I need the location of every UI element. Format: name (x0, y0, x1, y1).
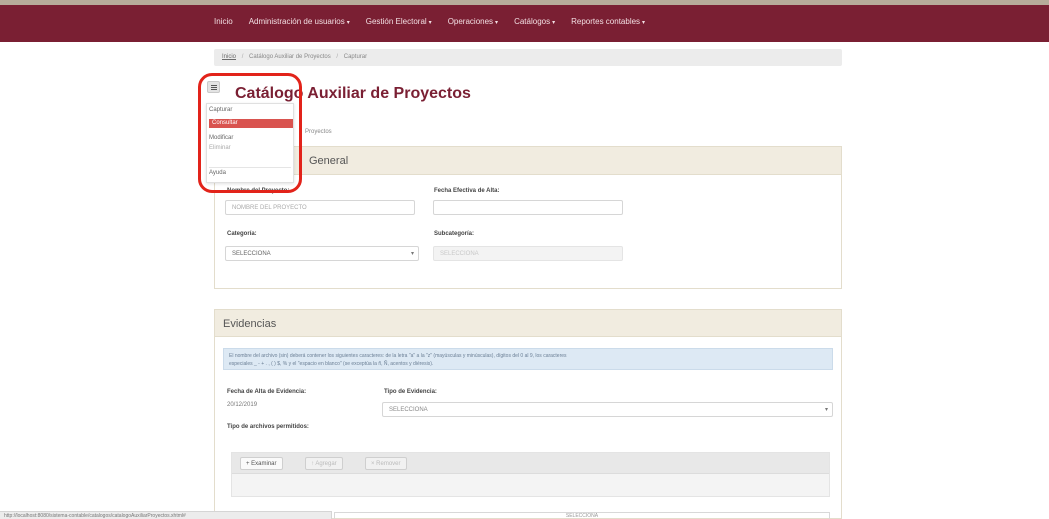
subcategoria-value: SELECCIONA (440, 251, 479, 257)
main-navbar: Inicio Administración de usuarios ▾ Gestión… (0, 5, 1049, 42)
chevron-down-icon: ▾ (824, 407, 828, 413)
breadcrumb-home-link[interactable]: Inicio (222, 54, 236, 60)
info-line: El nombre del archivo (sin) deberá conte… (229, 353, 567, 359)
nav-item-label: Inicio (214, 17, 233, 26)
menu-item-capturar[interactable]: Capturar (209, 107, 232, 113)
page-subtext: Proyectos (305, 129, 332, 135)
menu-item-eliminar[interactable]: Eliminar (209, 145, 231, 151)
nav-item-1[interactable]: Administración de usuarios ▾ (249, 17, 350, 26)
nav-item-5[interactable]: Reportes contables ▾ (571, 17, 645, 26)
fecha-evidencia-value: 20/12/2019 (227, 402, 258, 408)
nav-item-0[interactable]: Inicio (214, 17, 233, 26)
breadcrumb-catalog[interactable]: Catálogo Auxiliar de Proyectos (249, 54, 331, 60)
nav-item-2[interactable]: Gestión Electoral ▾ (366, 17, 432, 26)
agregar-button[interactable]: ↑ Agregar (305, 457, 343, 470)
subcategoria-label: Subcategoría: (434, 231, 475, 237)
categoria-value: SELECCIONA (232, 251, 271, 257)
chevron-down-icon: ▾ (642, 20, 646, 26)
nav-item-label: Administración de usuarios (248, 17, 345, 26)
menu-item-ayuda[interactable]: Ayuda (209, 170, 226, 176)
evidencias-panel-heading: Evidencias (215, 310, 841, 337)
tipo-evidencia-select[interactable]: SELECCIONA ▾ (382, 402, 833, 417)
menu-item-consultar[interactable]: Consultar (209, 119, 293, 128)
examinar-button[interactable]: + Examinar (240, 457, 283, 470)
browser-status-bar: http://localhost:8080/sistema-contable/c… (0, 511, 332, 519)
nav-item-label: Catálogos (514, 17, 551, 26)
nav-item-3[interactable]: Operaciones ▾ (448, 17, 498, 26)
nav-item-label: Operaciones (447, 17, 494, 26)
bottom-select-field[interactable]: SELECCIONA (334, 512, 830, 519)
hamburger-menu-button[interactable] (207, 81, 220, 93)
remover-button[interactable]: × Remover (365, 457, 407, 470)
chevron-down-icon: ▾ (495, 20, 499, 26)
breadcrumb-separator: / (241, 54, 244, 60)
menu-bar-icon (211, 89, 217, 90)
info-line: especiales _ - + . , ( ) $, % y el "espa… (229, 361, 434, 367)
breadcrumb: Inicio / Catálogo Auxiliar de Proyectos … (214, 49, 842, 66)
subcategoria-select[interactable]: SELECCIONA (433, 246, 623, 261)
nombre-input[interactable]: NOMBRE DEL PROYECTO (225, 200, 415, 215)
menu-divider (209, 167, 291, 168)
file-upload-area[interactable]: + Examinar ↑ Agregar × Remover (231, 452, 830, 497)
general-panel: General Nombre del Proyecto: NOMBRE DEL … (214, 146, 842, 289)
breadcrumb-separator: / (336, 54, 339, 60)
menu-bar-icon (211, 87, 217, 88)
chevron-down-icon: ▾ (428, 20, 432, 26)
chevron-down-icon: ▾ (346, 20, 350, 26)
menu-item-modificar[interactable]: Modificar (209, 135, 233, 141)
chevron-down-icon: ▾ (410, 251, 414, 257)
fecha-evidencia-label: Fecha de Alta de Evidencia: (227, 389, 307, 395)
archivos-permitidos-label: Tipo de archivos permitidos: (227, 424, 309, 430)
tipo-evidencia-value: SELECCIONA (389, 407, 428, 413)
fecha-alta-label: Fecha Efectiva de Alta: (434, 188, 500, 194)
categoria-label: Categoría: (227, 231, 257, 237)
menu-bar-icon (211, 85, 217, 86)
tipo-evidencia-label: Tipo de Evidencia: (384, 389, 437, 395)
chevron-down-icon: ▾ (552, 20, 556, 26)
nav-item-4[interactable]: Catálogos ▾ (514, 17, 555, 26)
file-upload-toolbar: + Examinar ↑ Agregar × Remover (232, 453, 829, 474)
page-title: Catálogo Auxiliar de Proyectos (235, 85, 471, 102)
nav-menu: Inicio Administración de usuarios ▾ Gestión… (214, 17, 645, 26)
nav-item-label: Gestión Electoral (365, 17, 427, 26)
file-name-info-alert: El nombre del archivo (sin) deberá conte… (223, 348, 833, 370)
nombre-label: Nombre del Proyecto: (227, 188, 290, 194)
actions-dropdown-menu: Capturar Consultar Modificar Eliminar Ay… (206, 103, 294, 183)
evidencias-panel: Evidencias El nombre del archivo (sin) d… (214, 309, 842, 519)
fecha-alta-input[interactable] (433, 200, 623, 215)
breadcrumb-current: Capturar (343, 54, 368, 60)
categoria-select[interactable]: SELECCIONA ▾ (225, 246, 419, 261)
nav-item-label: Reportes contables (571, 17, 641, 26)
general-panel-heading: General (215, 147, 841, 175)
